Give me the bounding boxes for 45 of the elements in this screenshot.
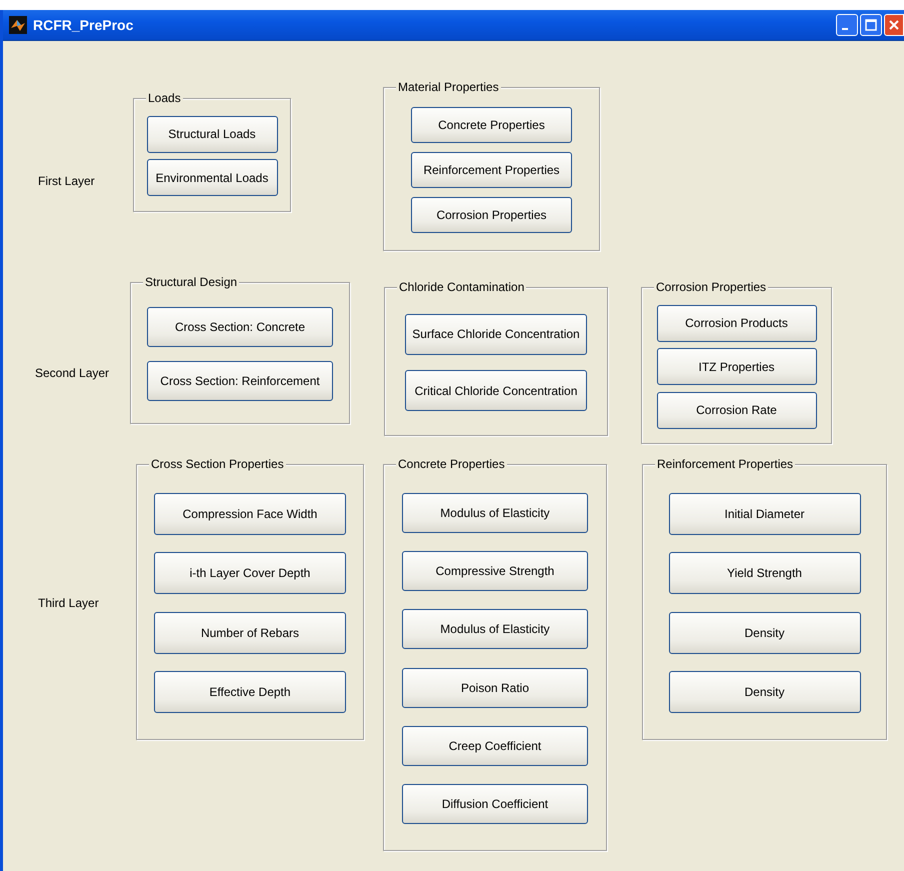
layer-label: Second Layer — [34, 366, 110, 380]
push-button[interactable]: Modulus of Elasticity — [402, 493, 588, 534]
push-button[interactable]: Corrosion Rate — [656, 392, 816, 428]
panel-title: Loads — [146, 91, 183, 105]
maximize-button[interactable] — [860, 14, 882, 36]
push-button[interactable]: Effective Depth — [154, 671, 346, 714]
push-button[interactable]: Poison Ratio — [402, 668, 588, 708]
push-button[interactable]: i-th Layer Cover Depth — [154, 552, 346, 594]
push-button[interactable]: Compression Face Width — [154, 492, 346, 535]
push-button[interactable]: Reinforcement Properties — [411, 152, 572, 188]
minimize-icon — [842, 28, 848, 30]
push-button[interactable]: Creep Coefficient — [402, 726, 588, 766]
layer-label: First Layer — [37, 174, 96, 188]
minimize-button[interactable] — [836, 14, 858, 36]
push-button[interactable]: Yield Strength — [668, 552, 860, 594]
push-button[interactable]: Initial Diameter — [668, 492, 860, 535]
maximize-icon — [865, 19, 877, 31]
push-button[interactable]: Corrosion Products — [656, 304, 816, 342]
push-button[interactable]: Cross Section: Concrete — [147, 307, 333, 347]
push-button[interactable]: Number of Rebars — [154, 612, 346, 654]
push-button[interactable]: Concrete Properties — [411, 107, 572, 143]
panel-title: Material Properties — [396, 80, 501, 94]
push-button[interactable]: Diffusion Coefficient — [402, 784, 588, 824]
panel-title: Concrete Properties — [396, 457, 507, 471]
window-title: RCFR_PreProc — [33, 17, 134, 33]
panel-title: Cross Section Properties — [149, 457, 286, 471]
push-button[interactable]: Compressive Strength — [402, 551, 588, 592]
push-button[interactable]: Surface Chloride Concentration — [405, 314, 587, 355]
push-button[interactable]: Structural Loads — [146, 116, 278, 153]
app-logo-icon — [9, 16, 27, 34]
push-button[interactable]: Modulus of Elasticity — [402, 609, 588, 650]
panel-title: Reinforcement Properties — [655, 457, 796, 471]
push-button[interactable]: Density — [668, 671, 860, 714]
push-button[interactable]: Environmental Loads — [146, 159, 278, 196]
close-button[interactable] — [884, 14, 904, 36]
close-icon — [888, 19, 900, 31]
panel-title: Corrosion Properties — [654, 280, 768, 294]
push-button[interactable]: Critical Chloride Concentration — [405, 370, 587, 412]
panel-title: Chloride Contamination — [397, 280, 526, 294]
push-button[interactable]: Density — [668, 612, 860, 654]
push-button[interactable]: Cross Section: Reinforcement — [147, 361, 333, 401]
push-button[interactable]: Corrosion Properties — [411, 197, 572, 233]
push-button[interactable]: ITZ Properties — [656, 348, 816, 385]
panel-title: Structural Design — [143, 275, 240, 289]
layer-label: Third Layer — [37, 596, 100, 610]
